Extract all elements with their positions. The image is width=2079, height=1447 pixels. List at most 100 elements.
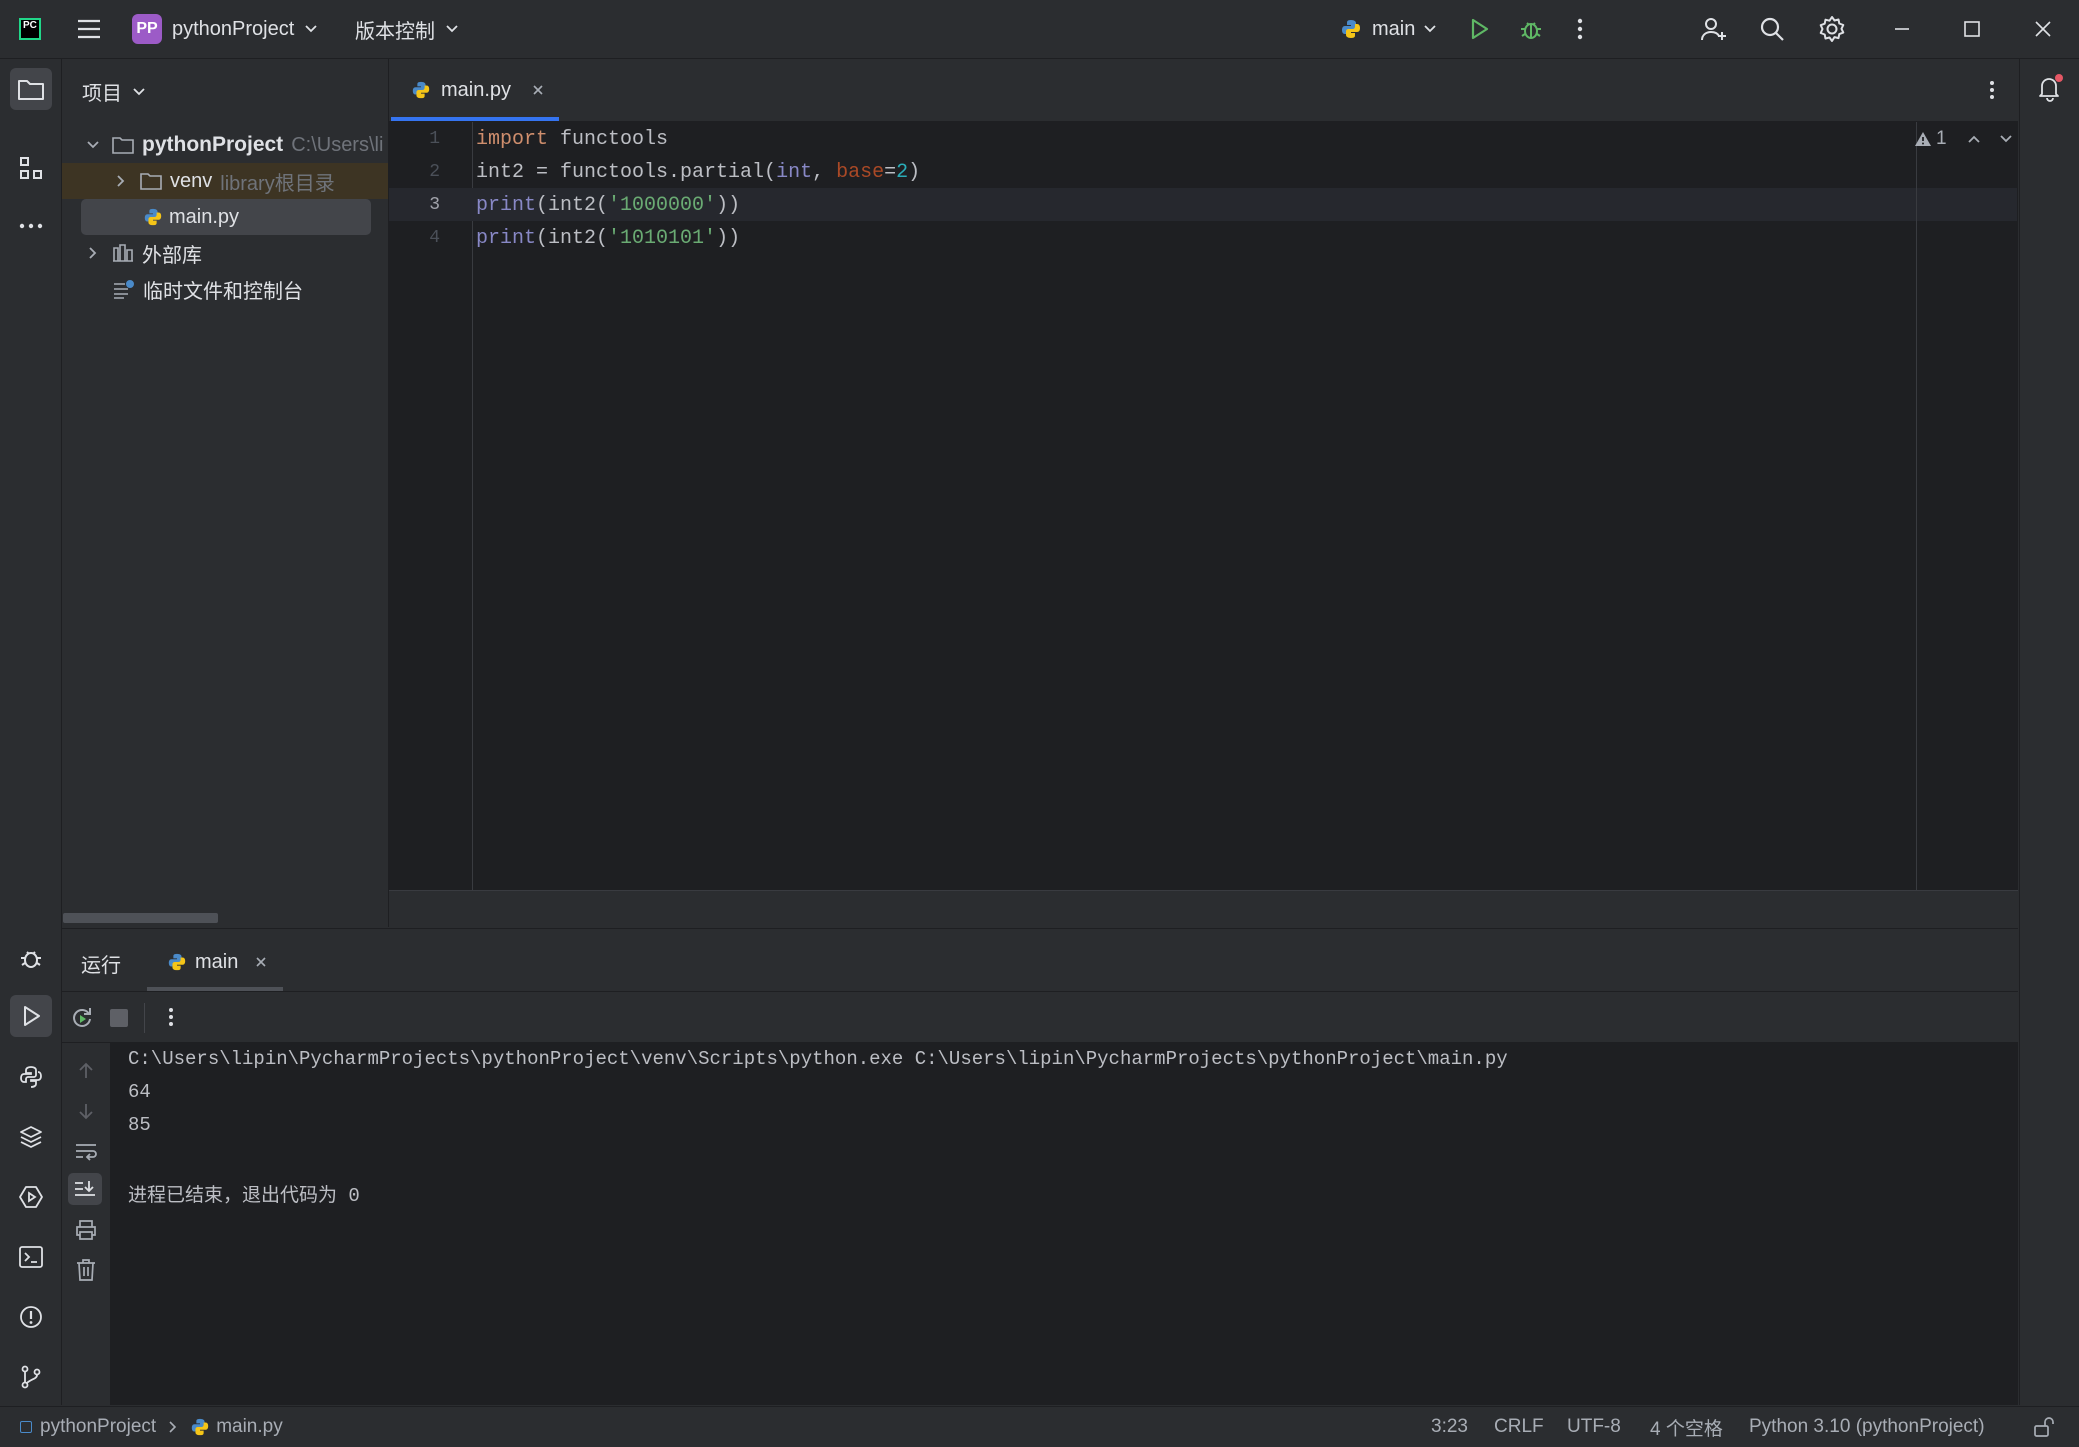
- scroll-up-button[interactable]: [76, 1061, 96, 1081]
- structure-tool-button[interactable]: [10, 147, 52, 189]
- close-icon[interactable]: [531, 83, 545, 97]
- python-interpreter[interactable]: Python 3.10 (pythonProject): [1749, 1407, 1985, 1447]
- git-button[interactable]: [10, 1356, 52, 1398]
- debug-tool-button[interactable]: [10, 937, 52, 979]
- breadcrumb-file[interactable]: main.py: [216, 1416, 283, 1438]
- pycharm-logo: PC: [19, 0, 41, 58]
- python-file-icon: [144, 208, 162, 226]
- close-icon: [2035, 21, 2051, 37]
- problems-button[interactable]: [10, 1296, 52, 1338]
- console-output[interactable]: [110, 1042, 2018, 1405]
- tree-item-venv[interactable]: venv library根目录: [62, 163, 388, 199]
- warning-icon: [1915, 132, 1931, 146]
- run-tool-button[interactable]: [10, 995, 52, 1037]
- more-vertical-icon: [1990, 81, 1994, 99]
- code-line[interactable]: import functools: [476, 123, 668, 156]
- python-file-icon: [192, 1418, 209, 1436]
- line-number: 3: [429, 195, 440, 215]
- status-bar: pythonProject main.py 3:23 CRLF UTF-8 4 …: [0, 1406, 2079, 1447]
- code-line[interactable]: print(int2('1010101')): [476, 222, 740, 255]
- python-packages-button[interactable]: [10, 1116, 52, 1158]
- maximize-button[interactable]: [1963, 0, 1981, 58]
- unlock-icon: [2034, 1417, 2054, 1437]
- main-menu-button[interactable]: [76, 0, 102, 58]
- code-text: (int2(: [536, 194, 609, 217]
- soft-wrap-button[interactable]: [75, 1141, 97, 1161]
- tree-item-label: main.py: [169, 205, 240, 228]
- editor-tab-main-py[interactable]: main.py: [389, 59, 559, 121]
- print-icon: [76, 1220, 96, 1240]
- folder-icon: [140, 173, 162, 190]
- left-tool-strip: [0, 59, 62, 1405]
- vcs-menu[interactable]: 版本控制: [355, 0, 459, 58]
- run-tab-main[interactable]: main: [165, 937, 285, 987]
- clear-all-button[interactable]: [76, 1259, 96, 1281]
- layers-icon: [20, 1126, 42, 1148]
- python-console-button[interactable]: [10, 1056, 52, 1098]
- rerun-icon: [73, 1008, 91, 1027]
- code-text: ): [908, 161, 921, 184]
- debug-button[interactable]: [1518, 0, 1544, 58]
- notifications-button[interactable]: [2035, 73, 2065, 103]
- readonly-toggle[interactable]: [2033, 1407, 2055, 1447]
- project-panel-header[interactable]: 项目: [82, 77, 146, 106]
- chevron-down-icon[interactable]: [1999, 134, 2013, 144]
- run-button[interactable]: [1467, 0, 1491, 58]
- breadcrumb-project[interactable]: pythonProject: [40, 1416, 156, 1438]
- code-with-me-button[interactable]: [1700, 0, 1728, 58]
- code-line[interactable]: int2 = functools.partial(int, base=2): [476, 156, 920, 189]
- python-console-icon: [20, 1066, 42, 1088]
- line-number: 2: [429, 162, 440, 182]
- project-panel-title: 项目: [82, 83, 122, 105]
- inspection-widget[interactable]: 1: [1914, 128, 2013, 150]
- close-icon[interactable]: [254, 955, 268, 969]
- more-actions-button[interactable]: [1576, 0, 1584, 58]
- hamburger-icon: [78, 19, 100, 39]
- folder-icon: [112, 137, 134, 154]
- chevron-down-icon: [305, 25, 317, 33]
- project-tool-button[interactable]: [10, 68, 52, 110]
- chevron-up-icon[interactable]: [1967, 134, 1981, 144]
- close-window-button[interactable]: [2034, 0, 2052, 58]
- print-button[interactable]: [75, 1220, 97, 1240]
- tree-item-project-root[interactable]: pythonProject C:\Users\li: [62, 127, 388, 163]
- bug-icon: [1521, 22, 1541, 39]
- file-encoding[interactable]: UTF-8: [1567, 1407, 1621, 1447]
- scroll-to-end-button[interactable]: [68, 1173, 102, 1205]
- string: '1010101': [608, 227, 717, 250]
- terminal-button[interactable]: [10, 1236, 52, 1278]
- add-user-icon: [1701, 18, 1726, 41]
- code-line[interactable]: print(int2('1000000')): [476, 189, 740, 222]
- indent-setting[interactable]: 4 个空格: [1650, 1407, 1723, 1447]
- caret-position[interactable]: 3:23: [1431, 1407, 1468, 1447]
- project-switcher[interactable]: PP pythonProject: [132, 0, 318, 58]
- chevron-down-icon: [446, 25, 458, 33]
- more-tools-button[interactable]: [10, 205, 52, 247]
- run-config-selector[interactable]: main: [1340, 0, 1437, 58]
- more-vertical-icon: [1577, 18, 1583, 40]
- search-button[interactable]: [1759, 0, 1785, 58]
- editor-tabs-menu-button[interactable]: [1988, 79, 1996, 101]
- builtin: print: [476, 227, 537, 250]
- settings-button[interactable]: [1818, 0, 1846, 58]
- stop-button[interactable]: [110, 1009, 128, 1027]
- chevron-down-icon[interactable]: [86, 140, 100, 150]
- minimize-button[interactable]: [1893, 0, 1911, 58]
- chevron-right-icon[interactable]: [88, 246, 98, 260]
- chevron-right-icon: [169, 1421, 177, 1433]
- line-separator[interactable]: CRLF: [1494, 1407, 1544, 1447]
- rerun-button[interactable]: [70, 1005, 94, 1029]
- services-button[interactable]: [10, 1176, 52, 1218]
- keyword-arg: base: [836, 161, 885, 184]
- chevron-down-icon: [1424, 25, 1436, 33]
- warning-count: 1: [1936, 128, 1947, 149]
- tree-item-main-py[interactable]: main.py: [81, 199, 371, 235]
- tree-item-scratches[interactable]: 临时文件和控制台: [62, 271, 388, 307]
- tree-item-external-libs[interactable]: 外部库: [62, 235, 388, 271]
- run-more-button[interactable]: [167, 1006, 175, 1028]
- gutter-divider: [472, 122, 473, 890]
- scroll-down-button[interactable]: [76, 1101, 96, 1121]
- horizontal-scrollbar[interactable]: [63, 913, 218, 923]
- chevron-right-icon[interactable]: [116, 174, 126, 188]
- structure-icon: [20, 157, 42, 179]
